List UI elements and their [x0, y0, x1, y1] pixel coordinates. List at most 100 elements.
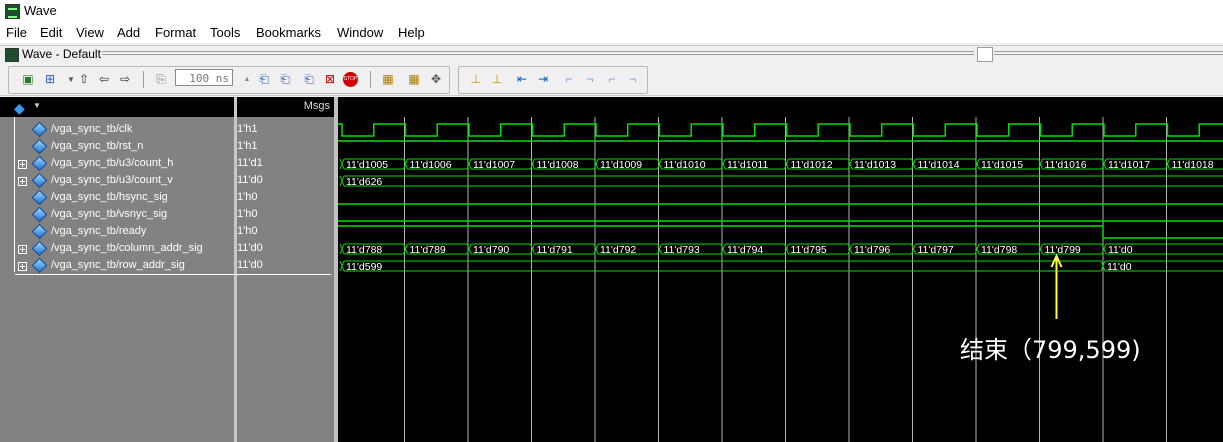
count-h-value-label: 11'd1010 [664, 159, 706, 171]
column-addr-value-label: 11'd798 [981, 244, 1017, 256]
count-h-value-label: 11'd1006 [410, 159, 452, 171]
stop-icon[interactable]: STOP [343, 72, 358, 87]
menu-tools[interactable]: Tools [210, 25, 240, 40]
column-addr-value-label: 11'd795 [791, 244, 827, 256]
signal-row[interactable]: /vga_sync_tb/clk [0, 121, 234, 138]
value-row[interactable]: 1'h0 [237, 189, 334, 206]
expand-icon[interactable] [18, 160, 27, 169]
back-arrow-icon[interactable]: ⇦ [96, 72, 112, 87]
column-addr-value-label: 11'd789 [410, 244, 446, 256]
signal-row[interactable]: /vga_sync_tb/column_addr_sig [0, 240, 234, 257]
value-row[interactable]: 1'h0 [237, 223, 334, 240]
expand-icon[interactable] [18, 245, 27, 254]
wave-app-icon [5, 4, 20, 19]
count-h-value-label: 11'd1012 [791, 159, 833, 171]
value-row[interactable]: 1'h1 [237, 121, 334, 138]
tree-guide-line [14, 117, 15, 272]
run-all-icon[interactable]: ⎗ [301, 72, 317, 87]
break-icon[interactable]: ⊠ [322, 72, 338, 87]
signal-name: /vga_sync_tb/column_addr_sig [51, 242, 203, 254]
signal-value: 1'h0 [237, 191, 258, 203]
value-row[interactable]: 11'd0 [237, 257, 334, 274]
signal-diamond-icon[interactable]: ◆ [14, 100, 25, 117]
menu-add[interactable]: Add [117, 25, 140, 40]
value-row[interactable]: 1'h0 [237, 206, 334, 223]
signal-diamond-icon [31, 138, 48, 155]
value-row[interactable]: 1'h1 [237, 138, 334, 155]
find-icon[interactable]: ▦ [380, 72, 396, 87]
signal-name: /vga_sync_tb/ready [51, 225, 147, 237]
signal-row[interactable]: /vga_sync_tb/hsync_sig [0, 189, 234, 206]
run-length-input[interactable]: 100 ns [175, 69, 233, 86]
signal-name: /vga_sync_tb/u3/count_h [51, 157, 174, 169]
signal-row[interactable]: /vga_sync_tb/rst_n [0, 138, 234, 155]
edge-rise-icon[interactable]: ⌐ [604, 72, 620, 87]
signal-value: 11'd1 [237, 157, 263, 169]
continue-icon[interactable]: ⎗ [277, 72, 293, 87]
menu-window[interactable]: Window [337, 25, 383, 40]
column-addr-value-label: 11'd797 [918, 244, 954, 256]
value-row[interactable]: 11'd0 [237, 240, 334, 257]
cursor-next-icon[interactable]: ⇥ [535, 72, 551, 87]
value-row[interactable]: 11'd1 [237, 155, 334, 172]
signal-value: 1'h1 [237, 123, 258, 135]
signal-name-pane: /vga_sync_tb/clk /vga_sync_tb/rst_n /vga… [0, 117, 234, 442]
menu-file[interactable]: File [6, 25, 27, 40]
run-icon[interactable]: ⎗ [256, 72, 272, 87]
menu-help[interactable]: Help [398, 25, 425, 40]
signal-diamond-icon [31, 206, 48, 223]
edge-fall-icon[interactable]: ¬ [625, 72, 641, 87]
column-addr-value-label: 11'd0 [1108, 244, 1133, 256]
menu-view[interactable]: View [76, 25, 104, 40]
cursor-delete-icon[interactable]: ⊥ [489, 72, 505, 87]
wave-window-icon [5, 48, 19, 62]
chevron-updown-icon[interactable]: ▲ [239, 72, 255, 87]
column-addr-value-label: 11'd791 [537, 244, 573, 256]
find-cursor-icon[interactable]: ▦ [406, 72, 422, 87]
menu-format[interactable]: Format [155, 25, 196, 40]
drag-grip[interactable] [102, 51, 974, 57]
cursor-add-icon[interactable]: ⊥ [468, 72, 484, 87]
signal-row[interactable]: /vga_sync_tb/u3/count_h [0, 155, 234, 172]
count-h-value-label: 11'd1007 [473, 159, 515, 171]
count-h-value-label: 11'd1005 [346, 159, 388, 171]
signal-row[interactable]: /vga_sync_tb/ready [0, 223, 234, 240]
add-wave-icon[interactable]: ⊞ [42, 72, 58, 87]
expand-icon[interactable] [18, 262, 27, 271]
count-h-value-label: 11'd1017 [1108, 159, 1150, 171]
wave-subwindow-bar: Wave - Default [0, 45, 1223, 63]
ready-waveform [338, 225, 1223, 239]
signal-value: 1'h0 [237, 208, 258, 220]
zoom-icon[interactable]: ✥ [428, 72, 444, 87]
selection-underline [15, 274, 331, 275]
signal-diamond-icon [31, 189, 48, 206]
signal-row[interactable]: /vga_sync_tb/row_addr_sig [0, 257, 234, 274]
signal-name: /vga_sync_tb/u3/count_v [51, 174, 173, 186]
forward-arrow-icon[interactable]: ⇨ [117, 72, 133, 87]
value-row[interactable]: 11'd0 [237, 172, 334, 189]
waveform-pane[interactable]: 11'd1005 11'd1006 11'd1007 11'd1008 11'd1009… [338, 117, 1223, 442]
signal-row[interactable]: /vga_sync_tb/u3/count_v [0, 172, 234, 189]
restart-icon[interactable]: ⎘ [153, 72, 169, 87]
menu-bookmarks[interactable]: Bookmarks [256, 25, 321, 40]
signal-row[interactable]: /vga_sync_tb/vsnyc_sig [0, 206, 234, 223]
count-v-value-label: 11'd626 [346, 176, 382, 188]
up-icon[interactable]: ⇧ [76, 72, 92, 87]
subwindow-title: Wave - Default [22, 47, 101, 61]
count-h-value-label: 11'd1013 [854, 159, 896, 171]
waveform-canvas[interactable]: 11'd1005 11'd1006 11'd1007 11'd1008 11'd1009… [338, 117, 1223, 442]
title-bar: Wave [0, 0, 1223, 22]
column-addr-value-label: 11'd790 [473, 244, 509, 256]
edge-prev-icon[interactable]: ⌐ [561, 72, 577, 87]
expand-icon[interactable] [18, 177, 27, 186]
menu-edit[interactable]: Edit [40, 25, 62, 40]
edge-next-icon[interactable]: ¬ [582, 72, 598, 87]
save-dataset-icon[interactable]: ▣ [20, 72, 36, 87]
column-addr-value-label: 11'd794 [727, 244, 763, 256]
toolbar-separator [143, 71, 144, 88]
drag-grip-right[interactable] [994, 51, 1223, 57]
chevron-down-icon[interactable]: ▼ [33, 101, 41, 110]
cursor-prev-icon[interactable]: ⇤ [514, 72, 530, 87]
undock-button[interactable] [977, 47, 993, 62]
count-h-value-label: 11'd1011 [727, 159, 768, 171]
